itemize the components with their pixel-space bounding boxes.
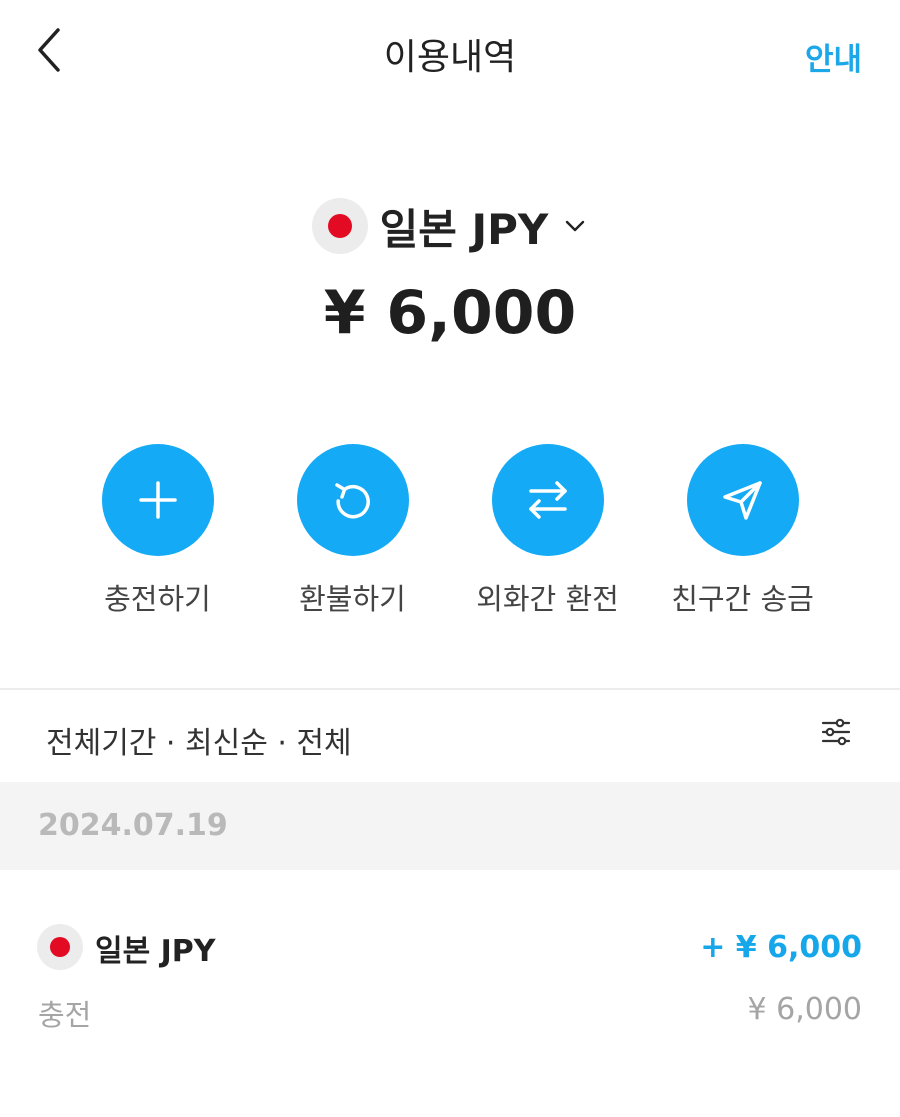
- chevron-down-icon: [566, 220, 585, 232]
- group-date: 2024.07.19: [38, 808, 228, 843]
- send-icon: [722, 481, 762, 520]
- exchange-icon: [528, 481, 567, 519]
- guide-link[interactable]: 안내: [805, 34, 862, 79]
- charge-button[interactable]: 충전하기: [60, 444, 255, 624]
- exchange-label: 외화간 환전: [476, 582, 619, 616]
- action-buttons: 충전하기 환불하기 외화간 환전 친구간 송금: [60, 444, 840, 624]
- filter-summary[interactable]: 전체기간 · 최신순 · 전체: [46, 718, 352, 762]
- top-app-bar: 이용내역 안내: [0, 0, 900, 100]
- charge-label: 충전하기: [104, 582, 211, 616]
- transaction-type: 충전: [38, 998, 92, 1032]
- date-group-header: 2024.07.19: [0, 782, 900, 870]
- transaction-amount: + ¥ 6,000: [700, 930, 862, 965]
- send-button[interactable]: 친구간 송금: [645, 444, 840, 624]
- refund-label: 환불하기: [299, 582, 406, 616]
- transaction-currency: 일본 JPY: [95, 934, 216, 969]
- currency-name: 일본 JPY: [379, 204, 549, 254]
- currency-header: 일본 JPY: [0, 196, 900, 256]
- filter-bar: 전체기간 · 최신순 · 전체: [0, 690, 900, 782]
- transaction-item[interactable]: 일본 JPY + ¥ 6,000 충전 ¥ 6,000: [0, 900, 900, 1060]
- currency-selector[interactable]: 일본 JPY: [311, 196, 589, 257]
- send-label: 친구간 송금: [671, 582, 814, 616]
- refund-icon: [334, 483, 370, 519]
- exchange-button[interactable]: 외화간 환전: [450, 444, 645, 624]
- japan-flag-icon: [37, 924, 83, 970]
- plus-icon: [138, 481, 177, 519]
- page-title: 이용내역: [383, 37, 517, 78]
- refund-button[interactable]: 환불하기: [255, 444, 450, 624]
- balance-amount: ¥ 6,000: [323, 278, 577, 348]
- usage-history-screen: 이용내역 안내 일본 JPY ¥ 6,000 충전하기 환불하기 외화간 환전 …: [0, 0, 900, 1117]
- transaction-original-amount: ¥ 6,000: [747, 992, 862, 1027]
- japan-flag-icon: [311, 198, 368, 254]
- filter-sliders-icon[interactable]: [818, 714, 854, 750]
